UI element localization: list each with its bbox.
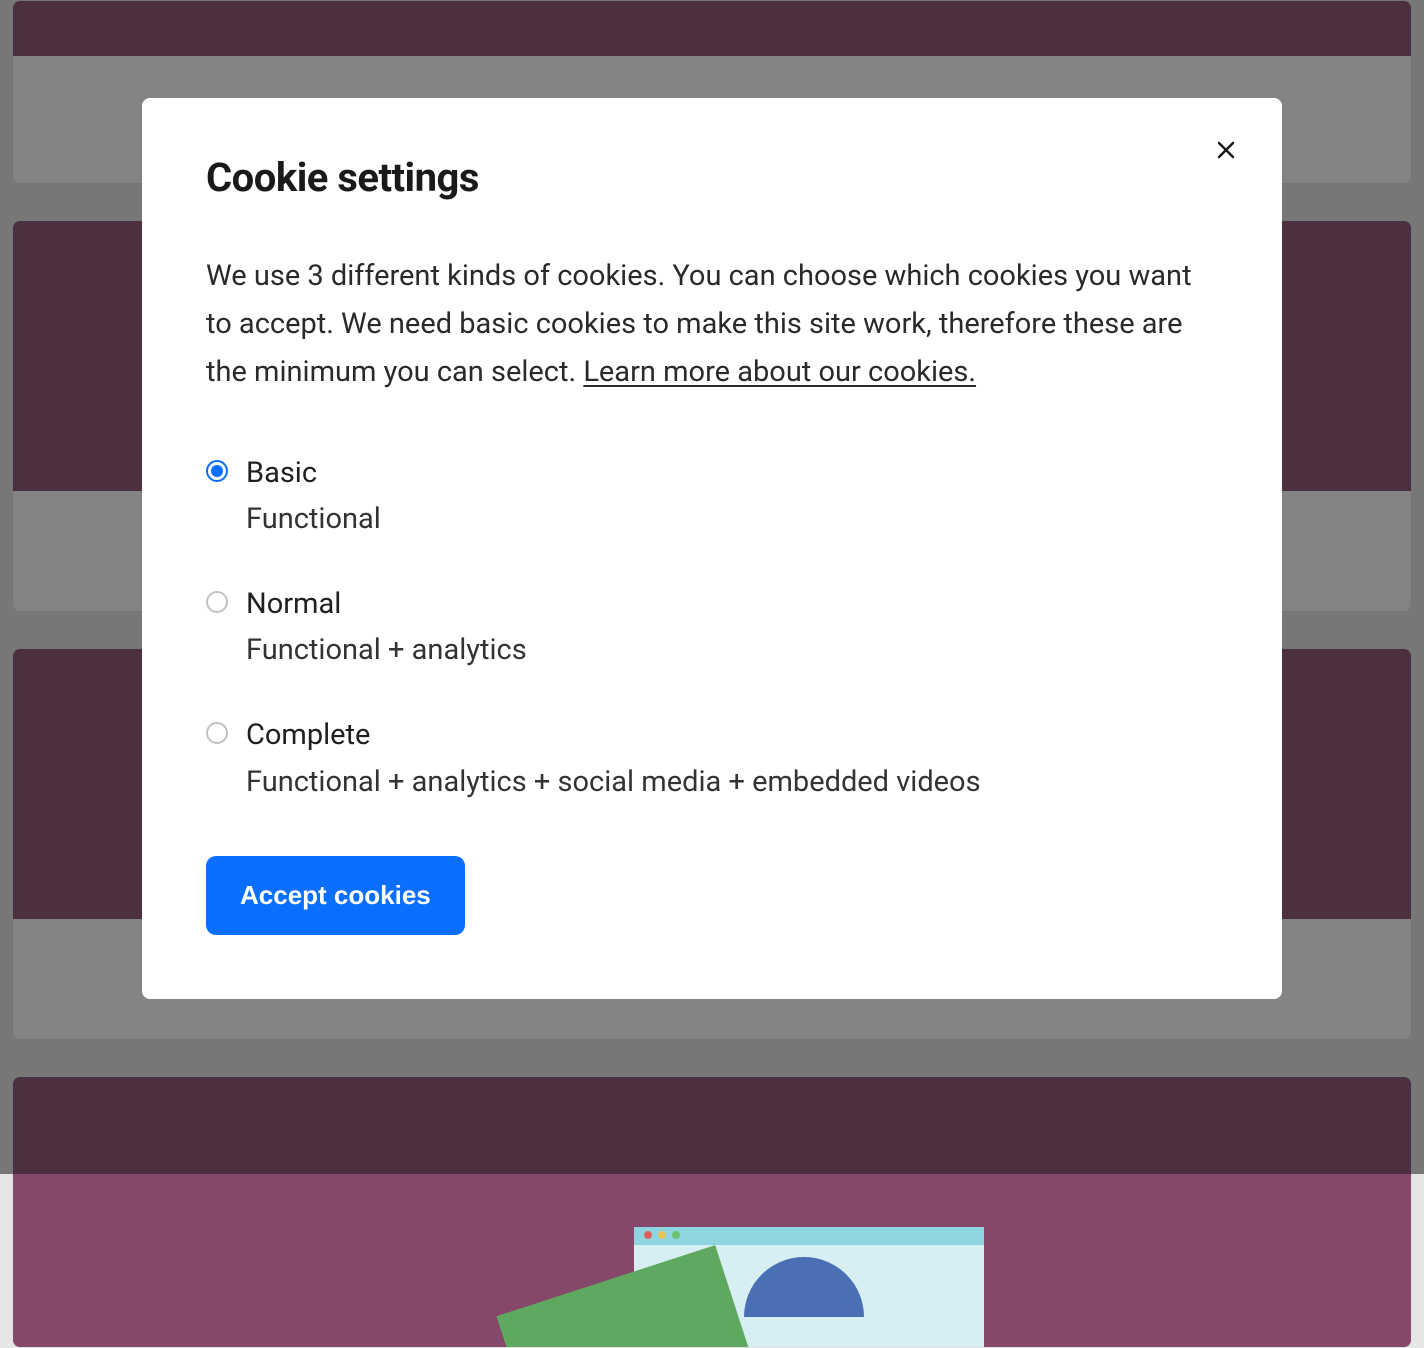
option-label: Normal <box>246 584 527 625</box>
option-normal[interactable]: Normal Functional + analytics <box>206 584 1218 671</box>
option-label: Complete <box>246 715 981 756</box>
option-sublabel: Functional + analytics <box>246 630 527 671</box>
close-icon <box>1214 138 1238 162</box>
radio-input[interactable] <box>206 722 228 744</box>
modal-overlay: Cookie settings We use 3 different kinds… <box>0 0 1424 1174</box>
option-sublabel: Functional + analytics + social media + … <box>246 762 981 803</box>
cookie-options: Basic Functional Normal Functional + ana… <box>206 453 1218 803</box>
close-button[interactable] <box>1210 134 1242 166</box>
option-complete[interactable]: Complete Functional + analytics + social… <box>206 715 1218 802</box>
accept-cookies-button[interactable]: Accept cookies <box>206 856 465 935</box>
modal-description: We use 3 different kinds of cookies. You… <box>206 253 1216 397</box>
option-label: Basic <box>246 453 381 494</box>
learn-more-link[interactable]: Learn more about our cookies. <box>583 355 976 389</box>
radio-input[interactable] <box>206 460 228 482</box>
option-sublabel: Functional <box>246 499 381 540</box>
modal-title: Cookie settings <box>206 154 1218 201</box>
option-basic[interactable]: Basic Functional <box>206 453 1218 540</box>
card-illustration <box>514 1227 874 1347</box>
radio-input[interactable] <box>206 591 228 613</box>
cookie-settings-modal: Cookie settings We use 3 different kinds… <box>142 98 1282 999</box>
